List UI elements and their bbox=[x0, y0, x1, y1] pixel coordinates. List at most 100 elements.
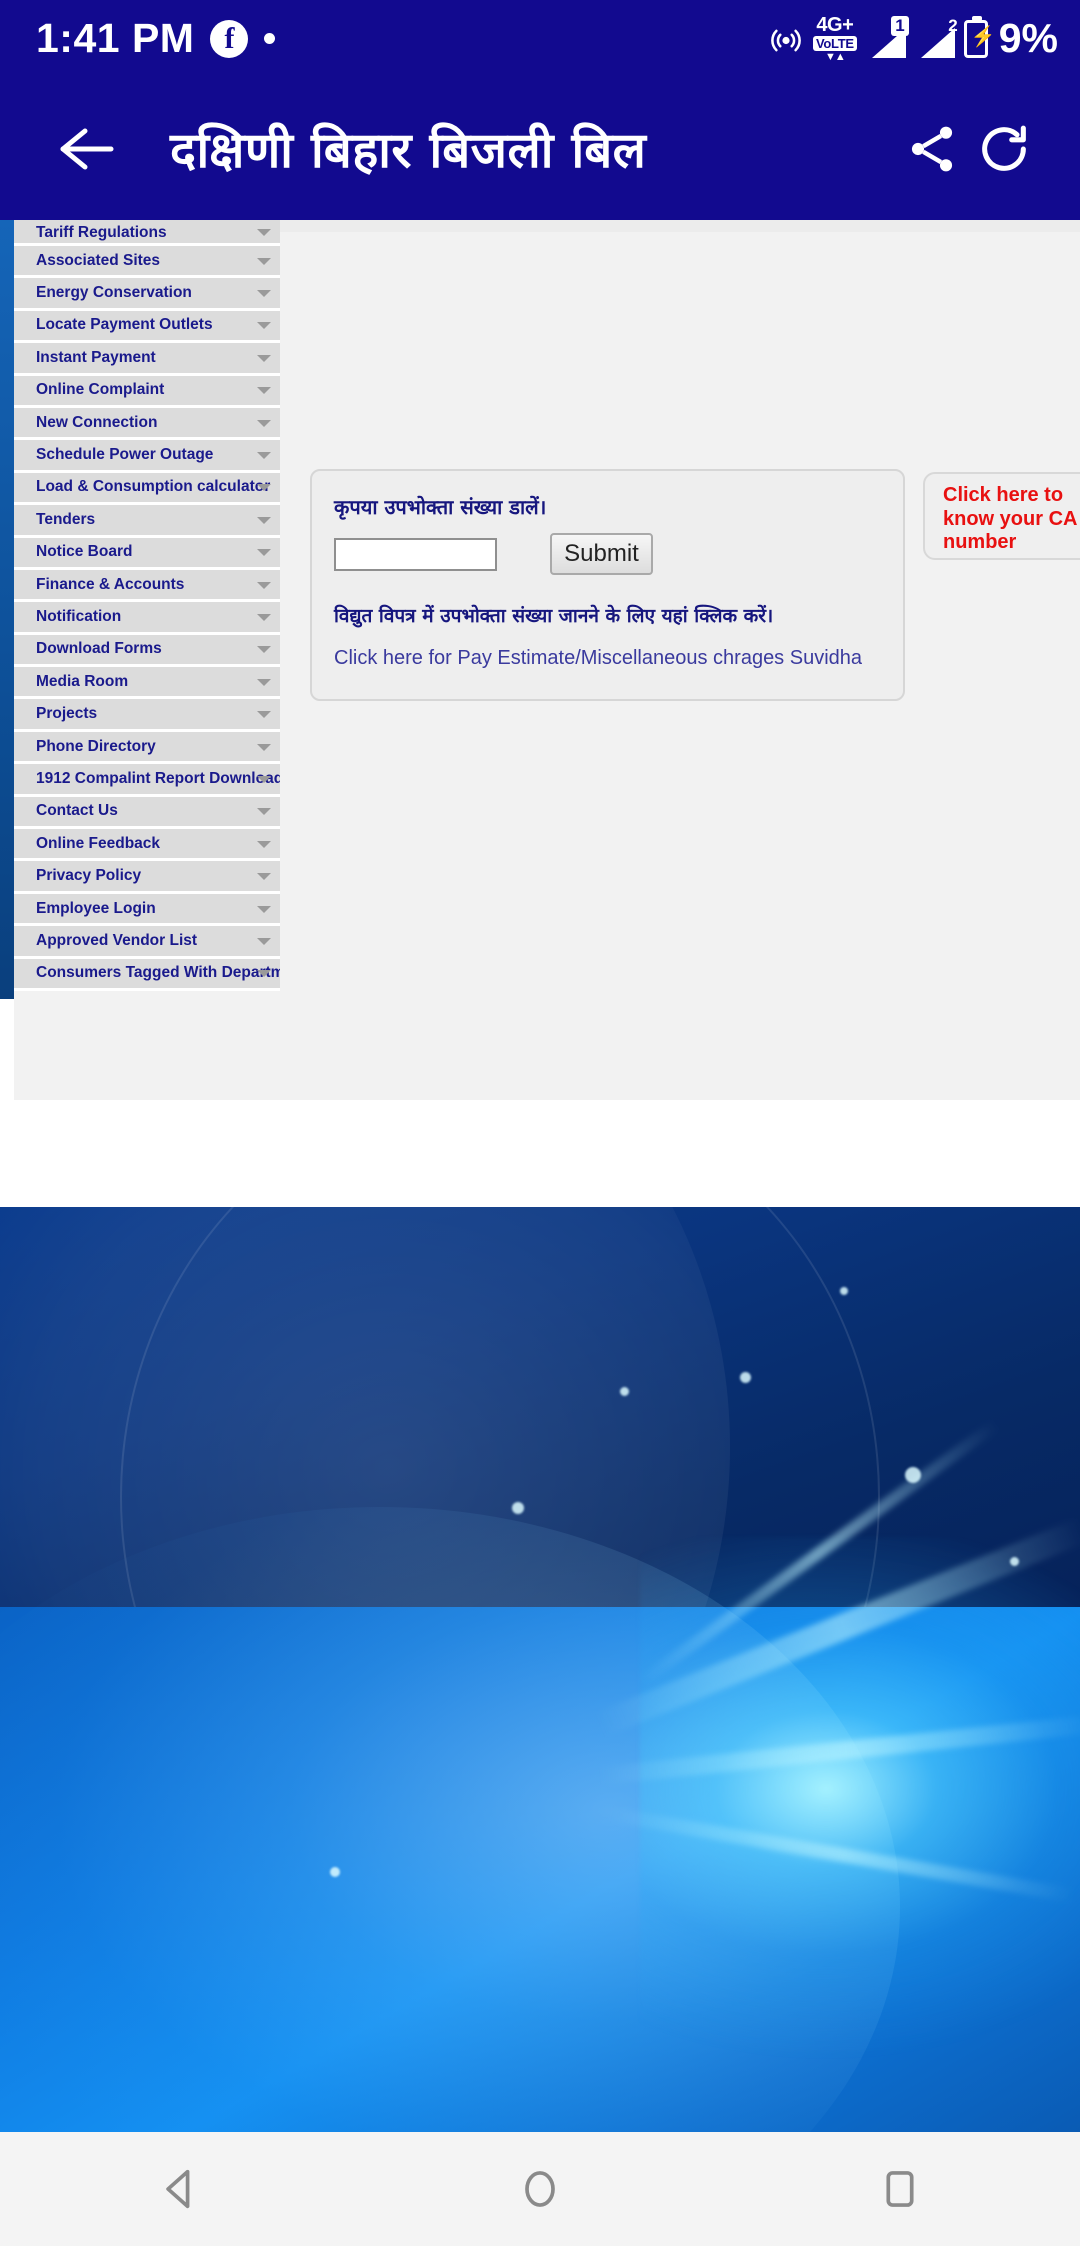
sidebar-item[interactable]: Schedule Power Outage bbox=[14, 440, 280, 473]
nav-home-button[interactable] bbox=[465, 2132, 615, 2246]
know-ca-number-box[interactable]: Click here to know your CA number bbox=[923, 472, 1080, 560]
chevron-down-icon[interactable] bbox=[257, 387, 271, 395]
sidebar-item-label: Energy Conservation bbox=[36, 284, 192, 302]
sidebar-item-label: Media Room bbox=[36, 672, 129, 690]
chevron-down-icon[interactable] bbox=[257, 743, 271, 751]
status-bar-left: 1:41 PM f bbox=[36, 18, 276, 59]
chevron-down-icon[interactable] bbox=[257, 516, 271, 524]
chevron-down-icon[interactable] bbox=[257, 970, 271, 978]
sidebar-item[interactable]: Tenders bbox=[14, 505, 280, 538]
chevron-down-icon[interactable] bbox=[257, 322, 271, 330]
chevron-down-icon[interactable] bbox=[257, 228, 271, 236]
wallpaper-bokeh-6 bbox=[330, 1867, 340, 1877]
sidebar-item-label: Download Forms bbox=[36, 640, 162, 658]
phone-screen: 1:41 PM f 4G+ VoLTE ▼▲ 1 2 ⚡ 9% दक्षिणी … bbox=[0, 0, 1080, 2246]
consumer-number-input[interactable] bbox=[334, 538, 497, 571]
sidebar-item[interactable]: Associated Sites bbox=[14, 246, 280, 279]
sidebar-item[interactable]: Load & Consumption calculator bbox=[14, 472, 280, 506]
sidebar-item[interactable]: Energy Conservation bbox=[14, 278, 280, 311]
data-arrows-icon: ▼▲ bbox=[824, 50, 846, 63]
chevron-down-icon[interactable] bbox=[257, 775, 271, 783]
sidebar-item-label: Notification bbox=[36, 607, 122, 625]
chevron-down-icon[interactable] bbox=[257, 257, 271, 265]
chevron-down-icon[interactable] bbox=[257, 840, 271, 848]
chevron-down-icon[interactable] bbox=[257, 419, 271, 427]
sidebar-item-label: Employee Login bbox=[36, 899, 156, 917]
know-consumer-number-link[interactable]: विद्युत विपत्र में उपभोक्ता संख्या जानने… bbox=[334, 602, 773, 628]
sidebar-item[interactable]: Finance & Accounts bbox=[14, 569, 280, 603]
chevron-down-icon[interactable] bbox=[257, 905, 271, 913]
pay-estimate-link[interactable]: Click here for Pay Estimate/Miscellaneou… bbox=[334, 647, 862, 670]
wallpaper-bokeh-2 bbox=[740, 1372, 751, 1383]
chevron-down-icon[interactable] bbox=[257, 581, 271, 589]
refresh-icon[interactable] bbox=[968, 113, 1040, 185]
network-type-indicator: 4G+ VoLTE ▼▲ bbox=[812, 15, 857, 63]
chevron-down-icon[interactable] bbox=[257, 873, 271, 881]
nav-recents-button[interactable] bbox=[825, 2132, 975, 2246]
chevron-down-icon[interactable] bbox=[257, 354, 271, 362]
sidebar-item[interactable]: New Connection bbox=[14, 407, 280, 441]
sidebar-item-label: Online Complaint bbox=[36, 381, 165, 399]
chevron-down-icon[interactable] bbox=[257, 290, 271, 298]
status-bar-right: 4G+ VoLTE ▼▲ 1 2 ⚡ 9% bbox=[768, 15, 1058, 63]
sidebar-item[interactable]: Approved Vendor List bbox=[14, 926, 280, 959]
sidebar-item[interactable]: Notice Board bbox=[14, 537, 280, 570]
sidebar-item-label: Tariff Regulations bbox=[36, 224, 167, 241]
chevron-down-icon[interactable] bbox=[257, 937, 271, 945]
sidebar-item-label: Locate Payment Outlets bbox=[36, 316, 213, 334]
chevron-down-icon[interactable] bbox=[257, 808, 271, 816]
chevron-down-icon[interactable] bbox=[257, 678, 271, 686]
chevron-down-icon[interactable] bbox=[257, 613, 271, 621]
hotspot-icon bbox=[768, 21, 804, 57]
sidebar-item[interactable]: Locate Payment Outlets bbox=[14, 310, 280, 344]
battery-percent: 9% bbox=[998, 15, 1058, 61]
consumer-number-card: कृपया उपभोक्ता संख्या डालें। Submit विद्… bbox=[310, 469, 905, 701]
sidebar-item[interactable]: Online Feedback bbox=[14, 829, 280, 862]
sidebar-item[interactable]: Download Forms bbox=[14, 634, 280, 668]
submit-button[interactable]: Submit bbox=[550, 533, 653, 575]
wallpaper-bokeh-7 bbox=[1010, 1557, 1019, 1566]
sidebar-item[interactable]: Projects bbox=[14, 699, 280, 732]
sidebar-item[interactable]: Notification bbox=[14, 602, 280, 635]
sidebar-item-label: Load & Consumption calculator bbox=[36, 478, 271, 496]
sidebar-item[interactable]: Tariff Regulations bbox=[14, 220, 280, 246]
sidebar-item[interactable]: Phone Directory bbox=[14, 731, 280, 765]
wallpaper-bokeh-1 bbox=[905, 1467, 921, 1483]
sidebar-item[interactable]: Media Room bbox=[14, 667, 280, 700]
sidebar-item-label: Approved Vendor List bbox=[36, 931, 198, 949]
signal-sim2-icon: 2 bbox=[915, 16, 958, 58]
sim2-label: 2 bbox=[948, 15, 958, 35]
webview[interactable]: Tariff Regulations Associated Sites Energy… bbox=[0, 220, 1080, 1207]
chevron-down-icon[interactable] bbox=[257, 452, 271, 460]
sidebar-item[interactable]: Instant Payment bbox=[14, 343, 280, 376]
sidebar-item[interactable]: Consumers Tagged With Department bbox=[14, 958, 280, 991]
page-title: दक्षिणी बिहार बिजली बिल bbox=[170, 121, 647, 179]
nav-back-button[interactable] bbox=[105, 2132, 255, 2246]
back-arrow-icon[interactable] bbox=[50, 113, 122, 185]
sidebar-item-label: Tenders bbox=[36, 510, 96, 528]
chevron-down-icon[interactable] bbox=[257, 549, 271, 557]
sidebar-item[interactable]: Contact Us bbox=[14, 796, 280, 830]
sim1-label: 1 bbox=[891, 15, 909, 36]
chevron-down-icon[interactable] bbox=[257, 484, 271, 492]
sidebar-item-label: Projects bbox=[36, 705, 98, 723]
chevron-down-icon[interactable] bbox=[257, 646, 271, 654]
chevron-down-icon[interactable] bbox=[257, 711, 271, 719]
sidebar-item-label: Associated Sites bbox=[36, 251, 161, 269]
sidebar-item-label: Instant Payment bbox=[36, 348, 156, 366]
sidebar-item[interactable]: 1912 Compalint Report Download bbox=[14, 764, 280, 797]
sidebar-item-label: Notice Board bbox=[36, 543, 133, 561]
wallpaper-bokeh-4 bbox=[620, 1387, 629, 1396]
share-icon[interactable] bbox=[896, 113, 968, 185]
android-navigation-bar bbox=[0, 2132, 1080, 2246]
sidebar-item-label: Phone Directory bbox=[36, 737, 156, 755]
sidebar-item-label: Schedule Power Outage bbox=[36, 446, 214, 464]
dot-icon bbox=[264, 33, 276, 44]
sidebar-item-label: New Connection bbox=[36, 413, 158, 431]
sidebar-item-label: Contact Us bbox=[36, 802, 118, 820]
sidebar-menu: Tariff Regulations Associated Sites Energy… bbox=[14, 220, 280, 991]
sidebar-item[interactable]: Privacy Policy bbox=[14, 861, 280, 894]
sidebar-item-label: Online Feedback bbox=[36, 834, 161, 852]
sidebar-item[interactable]: Online Complaint bbox=[14, 375, 280, 408]
sidebar-item[interactable]: Employee Login bbox=[14, 893, 280, 927]
